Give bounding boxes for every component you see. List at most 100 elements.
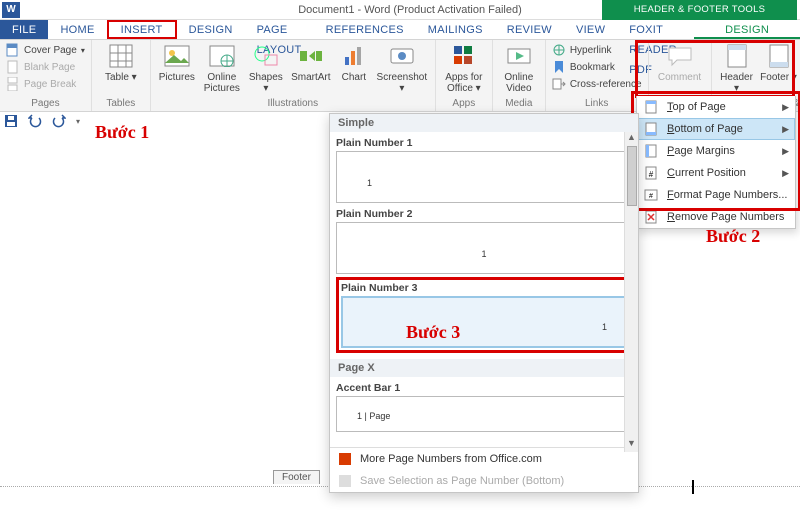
screenshot-icon (388, 42, 416, 70)
comment-icon (666, 42, 694, 70)
highlight-box-gallery-item: Plain Number 3 1 (336, 277, 632, 353)
blank-page-button[interactable]: Blank Page (6, 59, 85, 75)
ribbon-tabs: FILE HOME INSERT DESIGN PAGE LAYOUT REFE… (0, 20, 800, 40)
tab-design[interactable]: DESIGN (177, 20, 245, 39)
gallery-item-1-label: Plain Number 1 (336, 137, 632, 149)
chart-icon (340, 42, 368, 70)
top-of-page-icon (643, 99, 659, 115)
remove-icon (643, 209, 659, 225)
chart-button[interactable]: Chart (337, 42, 371, 83)
tab-mailings[interactable]: MAILINGS (416, 20, 495, 39)
tab-hf-design[interactable]: DESIGN (694, 20, 800, 39)
page-margins-icon (643, 143, 659, 159)
gallery-item-3[interactable]: 1 (341, 296, 627, 348)
current-position-icon: # (643, 165, 659, 181)
cross-reference-button[interactable]: Cross-reference (552, 76, 642, 92)
tab-references[interactable]: REFERENCES (314, 20, 416, 39)
group-illustrations: Pictures Online Pictures Shapes ▾ SmartA… (151, 40, 436, 111)
page-break-icon (6, 77, 20, 91)
save-selection-icon (338, 474, 352, 488)
gallery-item-2[interactable]: 1 (336, 222, 632, 274)
scroll-thumb[interactable] (627, 146, 637, 206)
menu-current-position[interactable]: #Current Position▶ (637, 162, 795, 184)
menu-page-margins[interactable]: Page Margins▶ (637, 140, 795, 162)
menu-top-of-page[interactable]: Top of Page▶ (637, 96, 795, 118)
group-media: Online Video Media (493, 40, 546, 111)
scroll-down-icon[interactable]: ▼ (627, 438, 636, 452)
smartart-button[interactable]: SmartArt (289, 42, 333, 83)
gallery-head-pagex: Page X (330, 359, 638, 377)
format-icon: # (643, 187, 659, 203)
page-break-button[interactable]: Page Break (6, 76, 85, 92)
undo-icon[interactable] (28, 114, 42, 128)
table-button[interactable]: Table ▾ (98, 42, 144, 83)
gallery-item-4[interactable]: 1 | Page (336, 396, 632, 432)
cross-ref-icon (552, 77, 566, 91)
save-icon[interactable] (4, 114, 18, 128)
blank-page-icon (6, 60, 20, 74)
hyperlink-icon (552, 43, 566, 57)
tab-foxit[interactable]: FOXIT READER PDF (617, 20, 694, 39)
contextual-tab-title: HEADER & FOOTER TOOLS (602, 0, 797, 20)
tab-page-layout[interactable]: PAGE LAYOUT (245, 20, 314, 39)
redo-icon[interactable] (52, 114, 66, 128)
smartart-icon (297, 42, 325, 70)
bookmark-icon (552, 60, 566, 74)
table-icon (107, 42, 135, 70)
comment-button[interactable]: Comment (655, 42, 705, 83)
shapes-button[interactable]: Shapes ▾ (247, 42, 285, 94)
office-icon (338, 452, 352, 466)
menu-bottom-of-page[interactable]: Bottom of Page▶ (637, 118, 795, 140)
online-video-button[interactable]: Online Video (499, 42, 539, 94)
tab-review[interactable]: REVIEW (495, 20, 564, 39)
menu-format-page-numbers[interactable]: #Format Page Numbers... (637, 184, 795, 206)
screenshot-button[interactable]: Screenshot ▾ (375, 42, 429, 94)
group-apps: Apps for Office ▾ Apps (436, 40, 493, 111)
footer-button[interactable]: Footer ▾ (760, 42, 798, 83)
gallery-scrollbar[interactable]: ▲ ▼ (624, 132, 638, 452)
cover-page-button[interactable]: Cover Page ▾ (6, 42, 85, 58)
pictures-button[interactable]: Pictures (157, 42, 197, 83)
shapes-icon (252, 42, 280, 70)
tab-file[interactable]: FILE (0, 20, 48, 39)
online-pictures-icon (208, 42, 236, 70)
footer-section-tab: Footer (273, 470, 320, 484)
tab-home[interactable]: HOME (48, 20, 106, 39)
header-icon (723, 42, 751, 70)
online-pictures-button[interactable]: Online Pictures (201, 42, 243, 94)
hyperlink-button[interactable]: Hyperlink (552, 42, 642, 58)
submenu-arrow-icon: ▶ (782, 102, 789, 113)
cover-page-icon (6, 43, 20, 57)
more-page-numbers[interactable]: More Page Numbers from Office.com (330, 448, 638, 470)
svg-text:#: # (649, 193, 653, 200)
gallery-item-1[interactable]: 1 (336, 151, 632, 203)
group-pages: Cover Page ▾ Blank Page Page Break Pages (0, 40, 92, 111)
submenu-arrow-icon: ▶ (782, 168, 789, 179)
scroll-up-icon[interactable]: ▲ (627, 132, 636, 146)
gallery-footer: More Page Numbers from Office.com Save S… (330, 447, 638, 492)
submenu-arrow-icon: ▶ (782, 124, 789, 135)
tab-insert[interactable]: INSERT (107, 20, 177, 39)
tab-view[interactable]: VIEW (564, 20, 617, 39)
gallery-item-2-label: Plain Number 2 (336, 208, 632, 220)
gallery-item-3-label: Plain Number 3 (341, 282, 627, 294)
save-selection: Save Selection as Page Number (Bottom) (330, 470, 638, 492)
pictures-icon (163, 42, 191, 70)
footer-icon (765, 42, 793, 70)
group-tables: Table ▾ Tables (92, 40, 151, 111)
word-app-icon: W (2, 2, 20, 18)
header-button[interactable]: Header ▾ (718, 42, 756, 94)
apps-button[interactable]: Apps for Office ▾ (442, 42, 486, 94)
menu-remove-page-numbers[interactable]: Remove Page Numbers (637, 206, 795, 228)
submenu-arrow-icon: ▶ (782, 146, 789, 157)
bottom-of-page-icon (643, 121, 659, 137)
apps-icon (450, 42, 478, 70)
bookmark-button[interactable]: Bookmark (552, 59, 642, 75)
gallery-item-4-label: Accent Bar 1 (336, 382, 632, 394)
page-number-menu: Top of Page▶ Bottom of Page▶ Page Margin… (636, 96, 796, 229)
group-links: Hyperlink Bookmark Cross-reference Links (546, 40, 649, 111)
svg-text:#: # (649, 170, 654, 179)
page-number-gallery: Simple Plain Number 1 1 Plain Number 2 1… (329, 113, 639, 493)
gallery-head-simple: Simple (330, 114, 638, 132)
video-icon (505, 42, 533, 70)
